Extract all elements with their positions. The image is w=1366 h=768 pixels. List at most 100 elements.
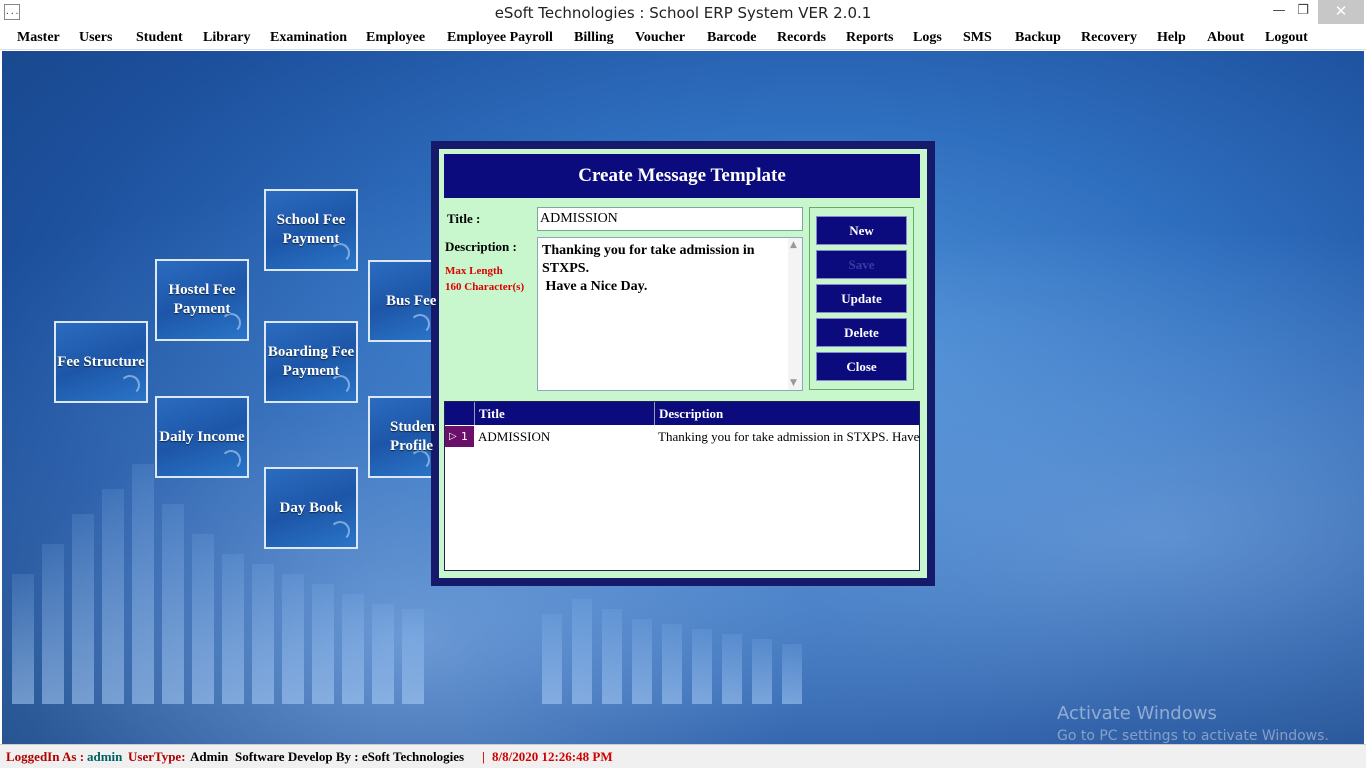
menu-employee[interactable]: Employee: [366, 30, 425, 46]
bg-bar: [42, 544, 64, 704]
activation-watermark-text: Go to PC settings to activate Windows.: [1057, 728, 1329, 744]
table-row[interactable]: ▷ 1 ADMISSION Thanking you for take admi…: [445, 426, 919, 447]
bg-bar: [572, 599, 592, 704]
user-type-value: Admin: [190, 749, 229, 764]
menu-voucher[interactable]: Voucher: [635, 30, 685, 46]
grid-header: Title Description: [445, 402, 919, 425]
action-button-panel: New Save Update Delete Close: [809, 207, 914, 390]
title-label: Title :: [447, 211, 481, 226]
bg-bar: [342, 594, 364, 704]
tile-label: Bus Fee Payment: [386, 292, 437, 309]
bg-bar: [12, 574, 34, 704]
menu-help[interactable]: Help: [1157, 30, 1186, 46]
tile-label: Daily Income: [159, 428, 245, 445]
bg-bar: [72, 514, 94, 704]
activation-watermark-title: Activate Windows: [1057, 703, 1217, 724]
window-title: eSoft Technologies : School ERP System V…: [494, 4, 872, 22]
bg-bar: [162, 504, 184, 704]
menu-bar: Master Users Student Library Examination…: [0, 26, 1366, 50]
bg-bar: [282, 574, 304, 704]
close-button[interactable]: Close: [816, 352, 907, 381]
menu-employee-payroll[interactable]: Employee Payroll: [447, 30, 553, 46]
bg-bar: [542, 614, 562, 704]
close-window-button[interactable]: ✕: [1318, 0, 1364, 24]
tile-bus-fee-payment[interactable]: Bus Fee Payment: [368, 260, 438, 342]
scroll-down-icon[interactable]: ▼: [790, 378, 797, 388]
column-header-title[interactable]: Title: [474, 402, 654, 425]
menu-sms[interactable]: SMS: [963, 30, 992, 46]
bg-bar: [222, 554, 244, 704]
bg-bar: [602, 609, 622, 704]
logged-in-user: admin: [87, 749, 123, 764]
bg-bar: [402, 609, 424, 704]
row-header[interactable]: ▷ 1: [445, 426, 474, 447]
menu-recovery[interactable]: Recovery: [1081, 30, 1137, 46]
menu-about[interactable]: About: [1207, 30, 1244, 46]
status-datetime: 8/8/2020 12:26:48 PM: [492, 749, 613, 764]
menu-examination[interactable]: Examination: [270, 30, 347, 46]
description-textarea[interactable]: Thanking you for take admission in STXPS…: [537, 237, 803, 391]
create-message-template-dialog: Create Message Template Title : Descript…: [431, 141, 935, 586]
menu-student[interactable]: Student: [136, 30, 183, 46]
cell-description[interactable]: Thanking you for take admission in STXPS…: [658, 426, 919, 447]
bg-bar: [782, 644, 802, 704]
developer-credit: Software Develop By : eSoft Technologies: [235, 749, 465, 764]
tile-student-profile[interactable]: Student Profile: [368, 396, 438, 478]
scroll-up-icon[interactable]: ▲: [790, 240, 797, 250]
tile-label: Day Book: [279, 499, 343, 516]
menu-users[interactable]: Users: [79, 30, 112, 46]
bg-bar: [632, 619, 652, 704]
tile-label: Student Profile: [390, 419, 438, 454]
menu-barcode[interactable]: Barcode: [707, 30, 757, 46]
max-length-value: 160 Character(s): [445, 281, 525, 293]
new-button[interactable]: New: [816, 216, 907, 245]
status-separator: |: [482, 749, 485, 764]
menu-backup[interactable]: Backup: [1015, 30, 1061, 46]
tile-label: Fee Structure: [57, 353, 145, 370]
tile-daily-income[interactable]: Daily Income: [155, 396, 249, 478]
logged-in-label: LoggedIn As :: [6, 749, 85, 764]
menu-records[interactable]: Records: [777, 30, 826, 46]
bg-bar: [312, 584, 334, 704]
bg-bar: [662, 624, 682, 704]
update-button[interactable]: Update: [816, 284, 907, 313]
tile-day-book[interactable]: Day Book: [264, 467, 358, 549]
menu-library[interactable]: Library: [203, 30, 250, 46]
bg-bar: [692, 629, 712, 704]
menu-reports[interactable]: Reports: [846, 30, 893, 46]
bg-bar: [252, 564, 274, 704]
menu-master[interactable]: Master: [17, 30, 60, 46]
save-button[interactable]: Save: [816, 250, 907, 279]
title-bar: ... eSoft Technologies : School ERP Syst…: [0, 0, 1366, 26]
template-grid[interactable]: Title Description ▷ 1 ADMISSION Thanking…: [444, 401, 920, 571]
menu-logout[interactable]: Logout: [1265, 30, 1308, 46]
tile-fee-structure[interactable]: Fee Structure: [54, 321, 148, 403]
title-input[interactable]: [537, 207, 803, 231]
max-length-label: Max Length: [445, 265, 503, 277]
user-type-label: UserType:: [128, 749, 186, 764]
bg-bar: [722, 634, 742, 704]
row-number: 1: [461, 430, 468, 443]
tile-hostel-fee-payment[interactable]: Hostel Fee Payment: [155, 259, 249, 341]
menu-logs[interactable]: Logs: [913, 30, 942, 46]
cell-title[interactable]: ADMISSION: [478, 426, 652, 447]
column-header-description[interactable]: Description: [654, 402, 919, 425]
tile-label: Hostel Fee Payment: [168, 282, 236, 317]
dialog-body: Create Message Template Title : Descript…: [439, 149, 927, 578]
tile-label: School Fee Payment: [276, 212, 346, 247]
bg-bar: [192, 534, 214, 704]
tile-label: Boarding Fee Payment: [267, 344, 355, 379]
description-label: Description :: [445, 239, 517, 254]
description-scrollbar[interactable]: ▲ ▼: [788, 238, 802, 390]
delete-button[interactable]: Delete: [816, 318, 907, 347]
dialog-title: Create Message Template: [444, 154, 920, 198]
status-bar: LoggedIn As : admin UserType: Admin Soft…: [0, 744, 1366, 768]
bg-bar: [372, 604, 394, 704]
tile-boarding-fee-payment[interactable]: Boarding Fee Payment: [264, 321, 358, 403]
bg-bar: [752, 639, 772, 704]
row-selector-icon: ▷: [449, 431, 457, 442]
tile-school-fee-payment[interactable]: School Fee Payment: [264, 189, 358, 271]
bg-bar: [132, 464, 154, 704]
bg-bar: [102, 489, 124, 704]
menu-billing[interactable]: Billing: [574, 30, 614, 46]
